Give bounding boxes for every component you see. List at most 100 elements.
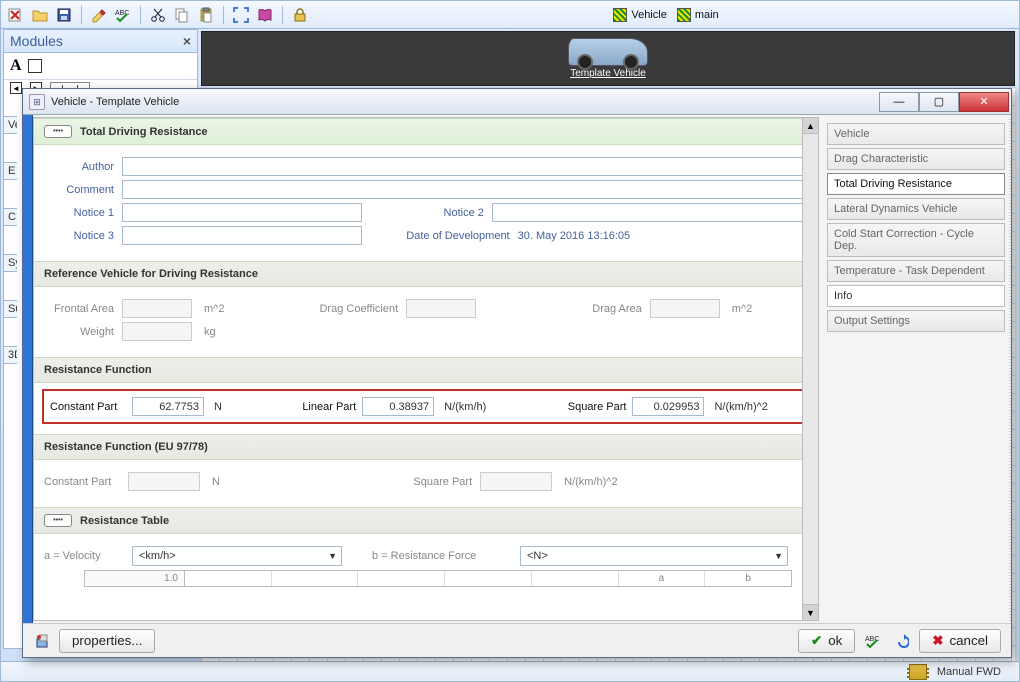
cancel-button[interactable]: ✖cancel <box>919 629 1001 653</box>
comment-input[interactable] <box>122 180 808 199</box>
table-col-a: a <box>619 571 706 586</box>
spellcheck-icon[interactable]: ABC <box>114 6 132 24</box>
label-comment: Comment <box>44 184 114 196</box>
label-notice2: Notice 2 <box>424 207 484 219</box>
table-rowhead: 1.0 <box>85 571 185 586</box>
vehicle-tab[interactable]: Vehicle <box>613 8 666 22</box>
unit-m2: m^2 <box>204 303 224 315</box>
scroll-up-icon[interactable]: ▲ <box>803 118 818 134</box>
nav-drag-characteristic[interactable]: Drag Characteristic <box>827 148 1005 170</box>
section-reference-vehicle[interactable]: Reference Vehicle for Driving Resistance <box>34 261 818 287</box>
close-button[interactable]: ✕ <box>959 92 1009 112</box>
properties-icon <box>33 631 53 651</box>
weight-input <box>122 322 192 341</box>
dialog-nav-panel: Vehicle Drag Characteristic Total Drivin… <box>819 117 1009 621</box>
constant-part-value[interactable]: 62.7753 <box>132 397 204 416</box>
chevron-down-icon: ▼ <box>328 551 337 561</box>
section-total-driving-resistance[interactable]: •••• Total Driving Resistance <box>34 118 818 145</box>
book-icon[interactable] <box>256 6 274 24</box>
maximize-button[interactable]: ▢ <box>919 92 959 112</box>
close-file-icon[interactable] <box>7 6 25 24</box>
undo-icon[interactable] <box>891 631 911 651</box>
linear-part-value[interactable]: 0.38937 <box>362 397 434 416</box>
vehicle-dialog: ⊞ Vehicle - Template Vehicle — ▢ ✕ •••• <box>22 88 1012 658</box>
open-folder-icon[interactable] <box>31 6 49 24</box>
minimize-button[interactable]: — <box>879 92 919 112</box>
notice1-input[interactable] <box>122 203 362 222</box>
nav-temperature[interactable]: Temperature - Task Dependent <box>827 260 1005 282</box>
nav-lateral-dynamics[interactable]: Lateral Dynamics Vehicle <box>827 198 1005 220</box>
ok-button[interactable]: ✔ok <box>798 629 855 653</box>
nav-cold-start-correction[interactable]: Cold Start Correction - Cycle Dep. <box>827 223 1005 257</box>
dialog-bottom-bar: properties... ✔ok ABC ✖cancel <box>23 623 1011 657</box>
dialog-app-icon: ⊞ <box>29 94 45 110</box>
side-tab[interactable]: E <box>3 162 17 180</box>
scroll-left-icon[interactable]: ◄ <box>10 82 22 94</box>
unit-kg: kg <box>204 326 216 338</box>
status-gearbox: Manual FWD <box>937 666 1001 678</box>
save-icon[interactable] <box>55 6 73 24</box>
close-icon[interactable]: × <box>183 33 191 49</box>
spellcheck-icon[interactable]: ABC <box>863 631 883 651</box>
text-tool-icon[interactable]: A <box>10 57 22 75</box>
drag-coeff-input <box>406 299 476 318</box>
side-tab[interactable]: Sy <box>3 254 17 272</box>
dialog-titlebar[interactable]: ⊞ Vehicle - Template Vehicle — ▢ ✕ <box>23 89 1011 115</box>
velocity-unit-combo[interactable]: <km/h>▼ <box>132 546 342 566</box>
resistance-table[interactable]: 1.0 a b <box>84 570 792 587</box>
label-drag-area: Drag Area <box>572 303 642 315</box>
properties-button[interactable]: properties... <box>59 629 155 653</box>
side-tab[interactable]: Ve <box>3 116 17 134</box>
nav-info[interactable]: Info <box>827 285 1005 307</box>
dialog-accent-stripe <box>23 115 33 623</box>
label-frontal-area: Frontal Area <box>44 303 114 315</box>
label-notice1: Notice 1 <box>44 207 114 219</box>
label-notice3: Notice 3 <box>44 230 114 242</box>
scroll-down-icon[interactable]: ▼ <box>803 604 818 620</box>
unit-N-kmh: N/(km/h) <box>444 401 486 413</box>
copy-icon[interactable] <box>173 6 191 24</box>
unit-N-kmh2: N/(km/h)^2 <box>714 401 767 413</box>
section-resistance-table[interactable]: •••• Resistance Table <box>34 507 818 534</box>
lock-icon[interactable] <box>291 6 309 24</box>
scrollbar[interactable]: ▲ ▼ <box>802 118 818 620</box>
side-tab[interactable]: C <box>3 208 17 226</box>
label-square-part: Square Part <box>554 401 626 413</box>
dialog-title: Vehicle - Template Vehicle <box>51 96 179 108</box>
check-icon: ✔ <box>811 633 822 649</box>
notice2-input[interactable] <box>492 203 808 222</box>
fullscreen-icon[interactable] <box>232 6 250 24</box>
unit-N-kmh2: N/(km/h)^2 <box>564 476 617 488</box>
nav-total-driving-resistance[interactable]: Total Driving Resistance <box>827 173 1005 195</box>
left-side-tabs: Ve E C Sy Su 3D <box>3 116 17 364</box>
side-tab[interactable]: 3D <box>3 346 17 364</box>
hatch-icon <box>613 8 627 22</box>
collapse-toggle-icon[interactable]: •••• <box>44 514 72 527</box>
square-part-value[interactable]: 0.029953 <box>632 397 704 416</box>
force-unit-combo[interactable]: <N>▼ <box>520 546 788 566</box>
unit-N: N <box>212 476 220 488</box>
paste-icon[interactable] <box>197 6 215 24</box>
section-resistance-function-eu[interactable]: Resistance Function (EU 97/78) <box>34 434 818 460</box>
highlight-icon[interactable] <box>90 6 108 24</box>
collapse-toggle-icon[interactable]: •••• <box>44 125 72 138</box>
frontal-area-input <box>122 299 192 318</box>
resistance-function-highlight: Constant Part 62.7753 N Linear Part 0.38… <box>42 389 810 424</box>
label-drag-coeff: Drag Coefficient <box>304 303 398 315</box>
status-bar: Manual FWD <box>1 661 1019 681</box>
vehicle-label[interactable]: Template Vehicle <box>570 68 646 79</box>
cut-icon[interactable] <box>149 6 167 24</box>
side-tab[interactable]: Su <box>3 300 17 318</box>
vehicle-icon[interactable] <box>568 38 648 66</box>
section-resistance-function[interactable]: Resistance Function <box>34 357 818 383</box>
main-tab[interactable]: main <box>677 8 719 22</box>
date-dev-value: 30. May 2016 13:16:05 <box>518 230 631 242</box>
rect-tool-icon[interactable] <box>28 59 42 73</box>
author-input[interactable] <box>122 157 808 176</box>
nav-output-settings[interactable]: Output Settings <box>827 310 1005 332</box>
label-weight: Weight <box>44 326 114 338</box>
nav-vehicle[interactable]: Vehicle <box>827 123 1005 145</box>
chip-icon <box>909 664 927 680</box>
notice3-input[interactable] <box>122 226 362 245</box>
label-constant-part-eu: Constant Part <box>44 476 120 488</box>
